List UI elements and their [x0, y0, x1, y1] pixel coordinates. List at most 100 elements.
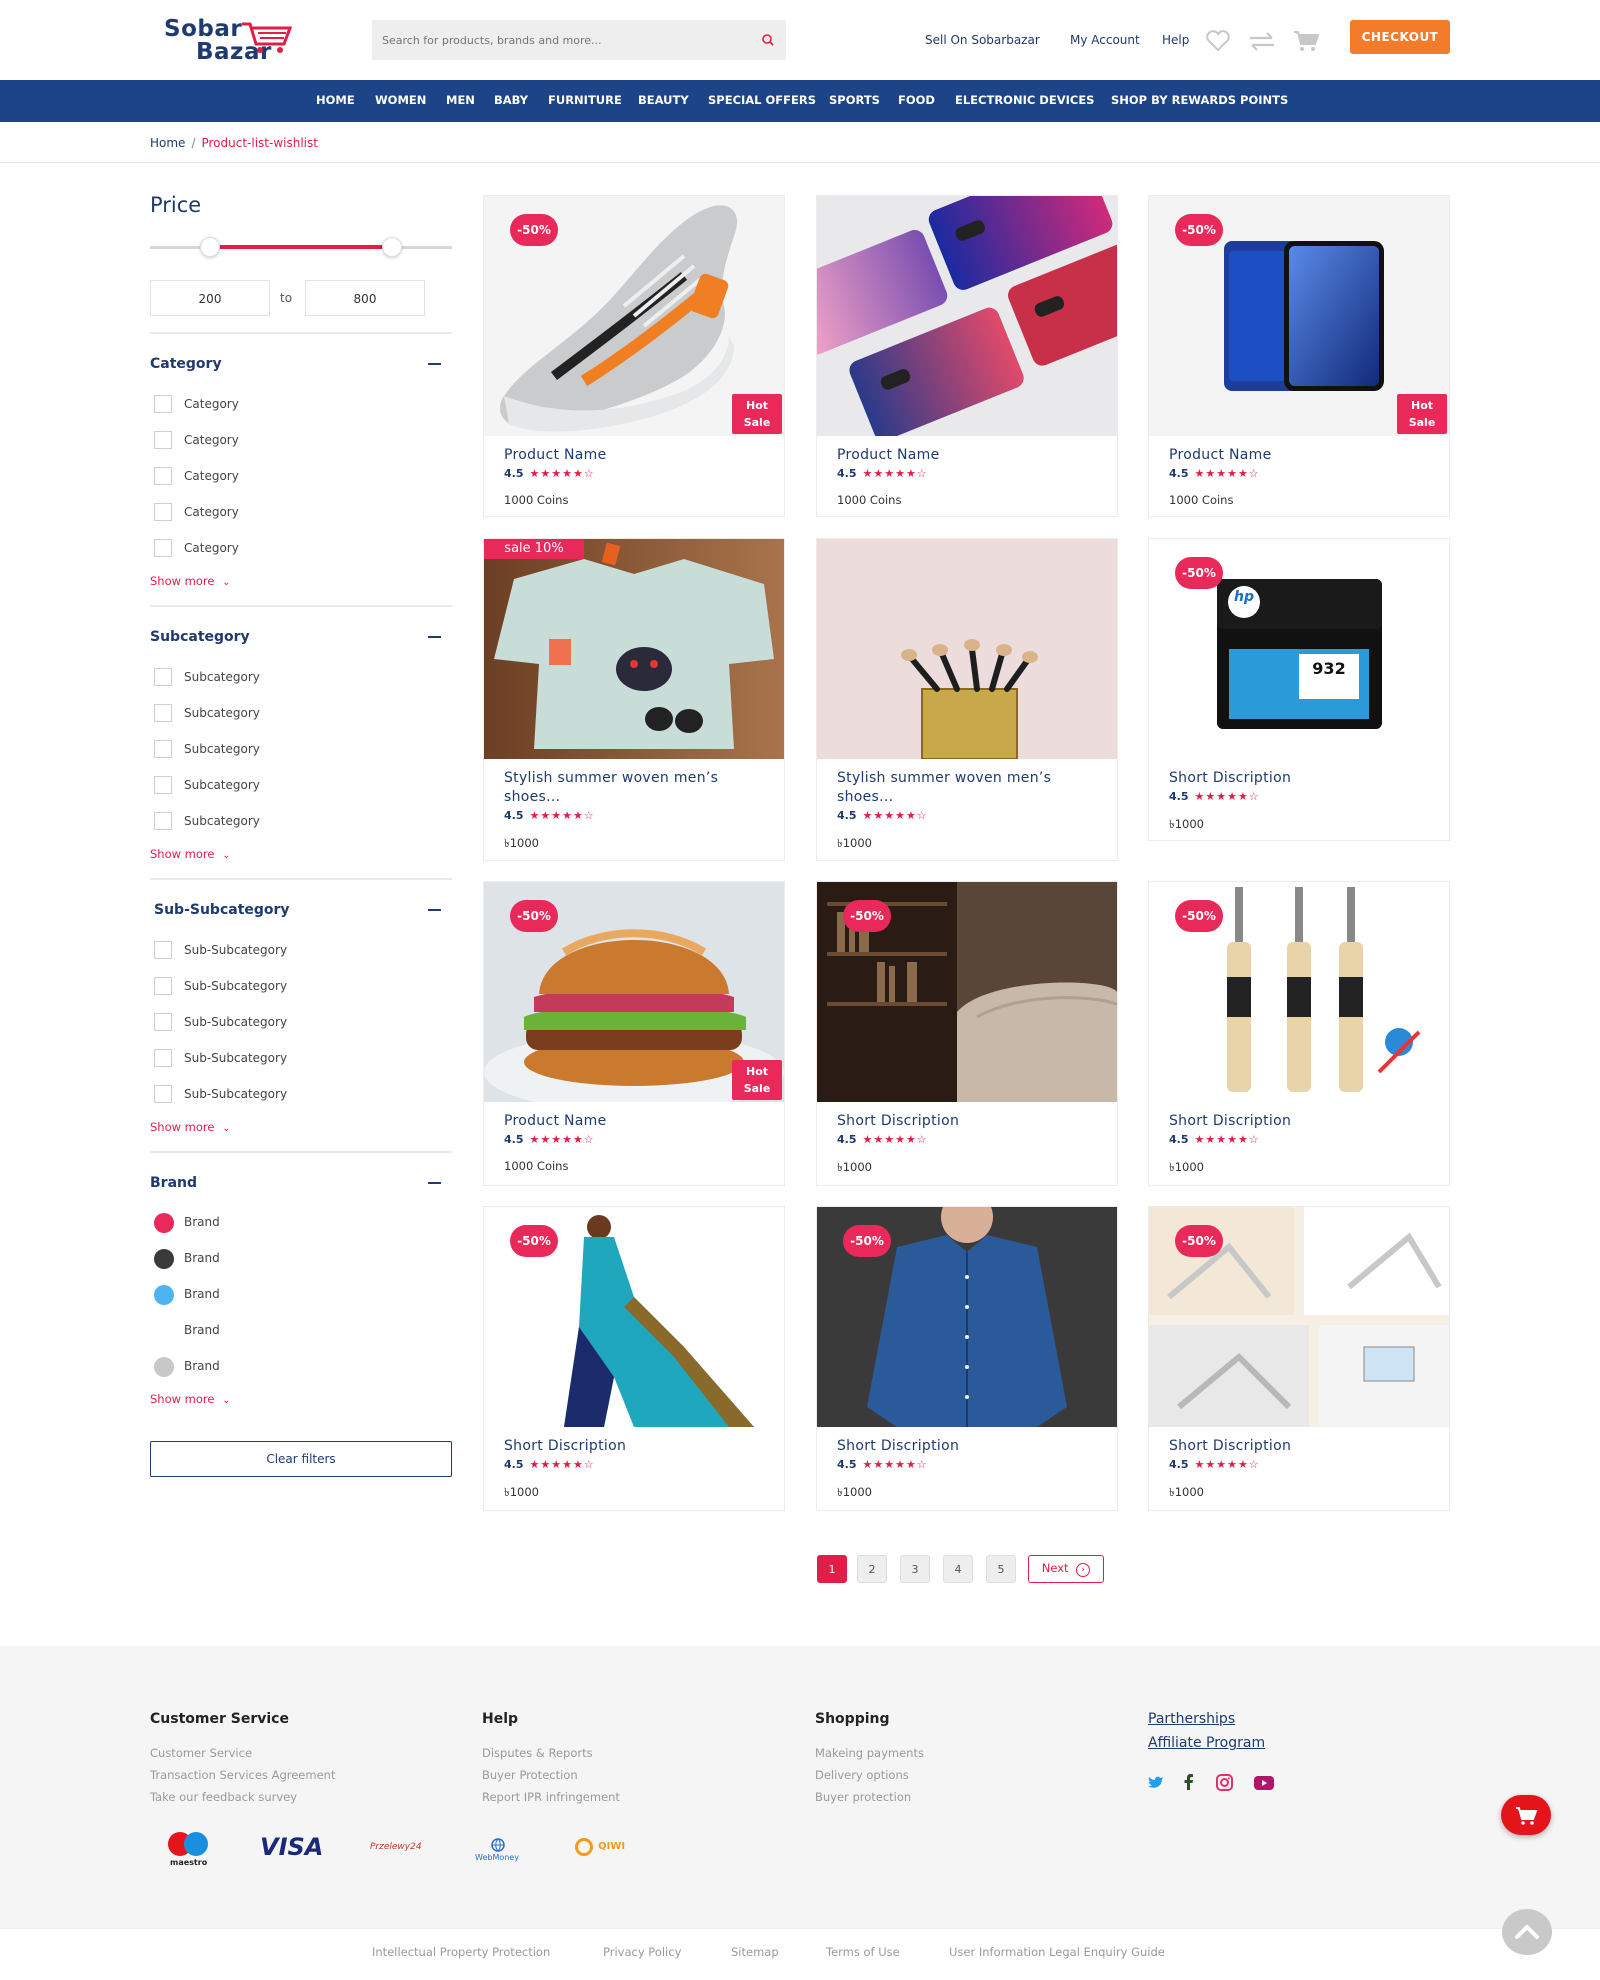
collapse-subcategory-icon[interactable] — [428, 636, 441, 638]
product-title[interactable]: Stylish summer woven men’s shoes... — [504, 769, 744, 807]
product-card[interactable]: -50% Short Discription 4.5 ★★★★★☆ ৳1000 — [816, 1206, 1118, 1511]
checkbox[interactable] — [154, 503, 172, 521]
nav-shop-by-rewards[interactable]: SHOP BY REWARDS POINTS — [1111, 93, 1288, 107]
footer-link[interactable]: Transaction Services Agreement — [150, 1768, 335, 1782]
cart-icon[interactable] — [1293, 30, 1319, 52]
brand-show-more[interactable]: Show more ⌄ — [150, 1392, 231, 1406]
help-link[interactable]: Help — [1162, 33, 1189, 47]
product-card[interactable]: -50% Hot Sale Product Name 4.5 ★★★★★☆ 1000 Co… — [483, 195, 785, 517]
category-show-more[interactable]: Show more ⌄ — [150, 574, 231, 588]
checkbox[interactable] — [154, 977, 172, 995]
compare-arrows-icon[interactable] — [1248, 30, 1276, 52]
checkbox[interactable] — [154, 1085, 172, 1103]
footer-link[interactable]: Buyer Protection — [482, 1768, 578, 1782]
clear-filters-button[interactable]: Clear filters — [150, 1441, 452, 1477]
checkout-button[interactable]: CHECKOUT — [1350, 20, 1450, 54]
my-account-link[interactable]: My Account — [1070, 33, 1140, 47]
page-1-button[interactable]: 1 — [817, 1555, 847, 1583]
product-title[interactable]: Short Discription — [1169, 769, 1429, 788]
footer-link[interactable]: Take our feedback survey — [150, 1790, 297, 1804]
checkbox[interactable] — [154, 431, 172, 449]
scroll-to-top-button[interactable] — [1502, 1909, 1552, 1955]
collapse-brand-icon[interactable] — [428, 1182, 441, 1184]
floating-cart-button[interactable] — [1501, 1795, 1551, 1835]
nav-beauty[interactable]: BEAUTY — [638, 93, 689, 107]
checkbox[interactable] — [154, 704, 172, 722]
footer-link[interactable]: Buyer protection — [815, 1790, 911, 1804]
nav-sports[interactable]: SPORTS — [829, 93, 880, 107]
bottom-link[interactable]: Terms of Use — [826, 1945, 900, 1959]
footer-link[interactable]: Makeing payments — [815, 1746, 924, 1760]
checkbox[interactable] — [154, 740, 172, 758]
brand-color-swatch[interactable] — [154, 1213, 174, 1233]
nav-women[interactable]: WOMEN — [375, 93, 426, 107]
product-title[interactable]: Product Name — [837, 446, 1097, 465]
page-5-button[interactable]: 5 — [986, 1555, 1016, 1583]
collapse-category-icon[interactable] — [428, 363, 441, 365]
nav-special-offers[interactable]: SPECIAL OFFERS — [708, 93, 816, 107]
checkbox[interactable] — [154, 668, 172, 686]
affiliate-program-link[interactable]: Affiliate Program — [1148, 1735, 1265, 1751]
product-title[interactable]: Short Discription — [1169, 1437, 1429, 1456]
instagram-icon[interactable] — [1216, 1774, 1233, 1791]
nav-electronic-devices[interactable]: ELECTRONIC DEVICES — [955, 93, 1094, 107]
price-slider-min-handle[interactable] — [200, 237, 221, 257]
brand-color-swatch[interactable] — [154, 1285, 174, 1305]
page-2-button[interactable]: 2 — [857, 1555, 887, 1583]
bottom-link[interactable]: User Information Legal Enquiry Guide — [949, 1945, 1165, 1959]
next-page-button[interactable]: Next › — [1028, 1555, 1104, 1583]
product-card[interactable]: -50% Short Discription 4.5 ★★★★★☆ ৳1000 — [1148, 881, 1450, 1186]
product-title[interactable]: Product Name — [504, 446, 764, 465]
product-image-phone-cases[interactable] — [817, 196, 1117, 436]
product-title[interactable]: Product Name — [1169, 446, 1429, 465]
product-card[interactable]: sale 10% Stylish summer woven men’s shoes… — [483, 538, 785, 861]
facebook-icon[interactable] — [1184, 1774, 1194, 1790]
product-image-makeup-brushes[interactable] — [817, 539, 1117, 759]
checkbox[interactable] — [154, 776, 172, 794]
breadcrumb-home[interactable]: Home — [150, 136, 185, 150]
subcategory-show-more[interactable]: Show more ⌄ — [150, 847, 231, 861]
footer-link[interactable]: Customer Service — [150, 1746, 252, 1760]
product-card[interactable]: -50% Short Discription 4.5 ★★★★★☆ ৳1000 — [1148, 1206, 1450, 1511]
nav-baby[interactable]: BABY — [494, 93, 528, 107]
collapse-subsubcategory-icon[interactable] — [428, 909, 441, 911]
price-max-input[interactable]: 800 — [305, 280, 425, 316]
checkbox[interactable] — [154, 395, 172, 413]
brand-color-swatch[interactable] — [154, 1321, 174, 1341]
partnerships-link[interactable]: Partherships — [1148, 1711, 1235, 1727]
bottom-link[interactable]: Sitemap — [731, 1945, 779, 1959]
checkbox[interactable] — [154, 467, 172, 485]
product-title[interactable]: Short Discription — [504, 1437, 764, 1456]
footer-link[interactable]: Disputes & Reports — [482, 1746, 593, 1760]
brand-color-swatch[interactable] — [154, 1249, 174, 1269]
product-title[interactable]: Short Discription — [1169, 1112, 1429, 1131]
product-title[interactable]: Short Discription — [837, 1112, 1097, 1131]
brand-color-swatch[interactable] — [154, 1357, 174, 1377]
nav-food[interactable]: FOOD — [898, 93, 935, 107]
product-card[interactable]: Stylish summer woven men’s shoes... 4.5 ★★… — [816, 538, 1118, 861]
search-icon[interactable] — [760, 32, 776, 48]
product-title[interactable]: Product Name — [504, 1112, 764, 1131]
subsubcategory-show-more[interactable]: Show more ⌄ — [150, 1120, 231, 1134]
checkbox[interactable] — [154, 1049, 172, 1067]
product-card[interactable]: hp 932 -50% Short Discription 4.5 ★★★★★☆ ৳100… — [1148, 538, 1450, 841]
sell-on-sobarbazar-link[interactable]: Sell On Sobarbazar — [925, 33, 1040, 47]
price-min-input[interactable]: 200 — [150, 280, 270, 316]
nav-home[interactable]: HOME — [316, 93, 355, 107]
checkbox[interactable] — [154, 1013, 172, 1031]
footer-link[interactable]: Delivery options — [815, 1768, 909, 1782]
page-4-button[interactable]: 4 — [943, 1555, 973, 1583]
youtube-icon[interactable] — [1254, 1776, 1274, 1790]
checkbox[interactable] — [154, 812, 172, 830]
product-card[interactable]: -50% Short Discription 4.5 ★★★★★☆ ৳1000 — [816, 881, 1118, 1186]
product-card[interactable]: -50% Short Discription 4.5 ★★★★★☆ ৳1000 — [483, 1206, 785, 1511]
footer-link[interactable]: Report IPR infringement — [482, 1790, 620, 1804]
twitter-icon[interactable] — [1148, 1775, 1164, 1789]
checkbox[interactable] — [154, 941, 172, 959]
product-card[interactable]: Product Name 4.5 ★★★★★☆ 1000 Coins — [816, 195, 1118, 517]
product-card[interactable]: -50% Hot Sale Product Name 4.5 ★★★★★☆ 1000 Co… — [483, 881, 785, 1186]
site-logo[interactable]: Sobar Bazar — [162, 14, 292, 66]
wishlist-heart-icon[interactable] — [1205, 30, 1231, 52]
product-card[interactable]: -50% Hot Sale Product Name 4.5 ★★★★★☆ 1000 Co… — [1148, 195, 1450, 517]
bottom-link[interactable]: Intellectual Property Protection — [372, 1945, 550, 1959]
